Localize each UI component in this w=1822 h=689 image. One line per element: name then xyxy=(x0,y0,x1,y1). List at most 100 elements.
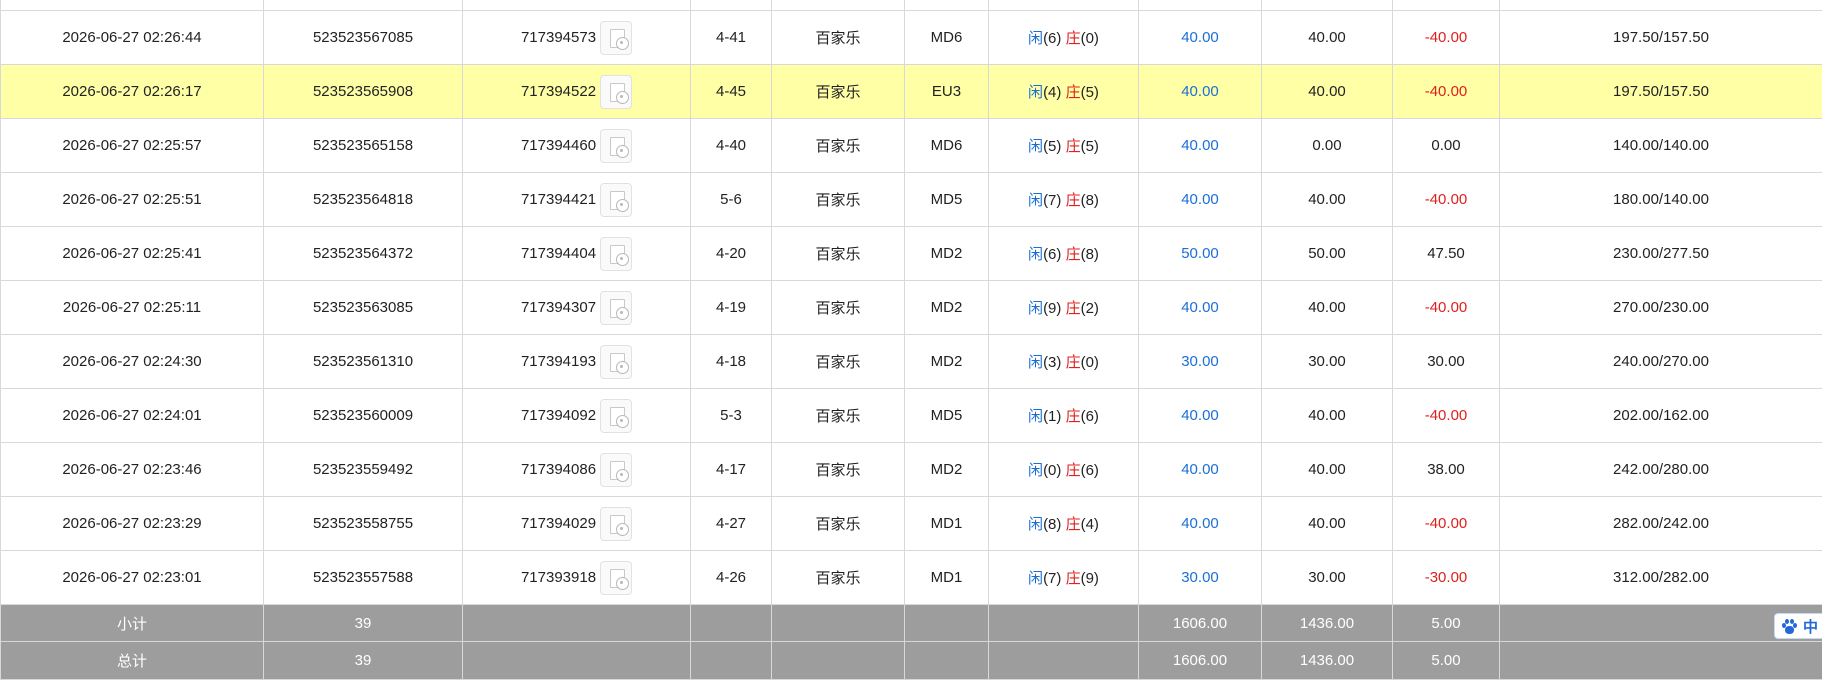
bet-id: 523523557588 xyxy=(263,550,463,605)
table-row[interactable]: 2026-06-27 02:24:01 523523560009 7173940… xyxy=(0,388,1822,443)
valid-bet: 30.00 xyxy=(1261,550,1393,605)
valid-bet: 40.00 xyxy=(1261,172,1393,227)
game-result: 闲(9) 庄(2) xyxy=(988,280,1139,335)
subtotal-row: 小计 39 1606.00 1436.00 5.00 xyxy=(0,604,1822,642)
table-row[interactable]: 2026-06-27 02:26:17 523523565908 7173945… xyxy=(0,64,1822,119)
table-row[interactable]: 2026-06-27 02:25:57 523523565158 7173944… xyxy=(0,118,1822,173)
player-label: 闲 xyxy=(1028,138,1044,155)
table-row[interactable]: 2026-06-27 02:23:01 523523557588 7173939… xyxy=(0,550,1822,605)
game-result: 闲(7) 庄(8) xyxy=(988,172,1139,227)
shoe-round: 4-27 xyxy=(690,496,772,551)
player-score: (4) xyxy=(1043,84,1062,101)
subtotal-win-loss: 5.00 xyxy=(1392,604,1500,642)
player-label: 闲 xyxy=(1028,570,1044,587)
win-loss: -40.00 xyxy=(1392,280,1500,335)
subtotal-bet-amount: 1606.00 xyxy=(1138,604,1262,642)
player-label: 闲 xyxy=(1028,30,1044,47)
game-result: 闲(6) 庄(0) xyxy=(988,10,1139,65)
game-type: 百家乐 xyxy=(771,280,905,335)
win-loss: -40.00 xyxy=(1392,496,1500,551)
table-row[interactable]: 2026-06-27 02:25:41 523523564372 7173944… xyxy=(0,226,1822,281)
player-label: 闲 xyxy=(1028,84,1044,101)
banker-score: (6) xyxy=(1080,462,1099,479)
table-top-edge xyxy=(0,0,1822,11)
table-row[interactable]: 2026-06-27 02:23:29 523523558755 7173940… xyxy=(0,496,1822,551)
bet-records-table: 2026-06-27 02:26:44 523523567085 7173945… xyxy=(0,0,1822,680)
ime-status-badge[interactable]: 中 xyxy=(1774,613,1822,639)
table-code: MD2 xyxy=(904,226,989,281)
game-replay-icon[interactable] xyxy=(600,506,633,541)
bet-amount: 40.00 xyxy=(1138,496,1262,551)
win-loss: 47.50 xyxy=(1392,226,1500,281)
table-row[interactable]: 2026-06-27 02:24:30 523523561310 7173941… xyxy=(0,334,1822,389)
game-result: 闲(6) 庄(8) xyxy=(988,226,1139,281)
bet-amount: 30.00 xyxy=(1138,334,1262,389)
table-code: MD1 xyxy=(904,496,989,551)
game-id-cell: 717394092 xyxy=(462,388,691,443)
banker-score: (2) xyxy=(1080,300,1099,317)
game-id-cell: 717394573 xyxy=(462,10,691,65)
game-replay-icon[interactable] xyxy=(600,290,633,325)
game-replay-icon[interactable] xyxy=(600,344,633,379)
bet-id: 523523564372 xyxy=(263,226,463,281)
game-replay-icon[interactable] xyxy=(600,128,633,163)
player-label: 闲 xyxy=(1028,300,1044,317)
table-code: MD1 xyxy=(904,550,989,605)
bet-time: 2026-06-27 02:23:01 xyxy=(0,550,264,605)
game-replay-icon[interactable] xyxy=(600,398,633,433)
bet-time: 2026-06-27 02:25:41 xyxy=(0,226,264,281)
game-type: 百家乐 xyxy=(771,10,905,65)
table-code: MD5 xyxy=(904,388,989,443)
game-result: 闲(7) 庄(9) xyxy=(988,550,1139,605)
banker-label: 庄 xyxy=(1065,354,1081,371)
game-type: 百家乐 xyxy=(771,442,905,497)
bet-id: 523523560009 xyxy=(263,388,463,443)
bet-amount: 40.00 xyxy=(1138,64,1262,119)
ime-mode-label: 中 xyxy=(1803,618,1819,636)
game-result: 闲(0) 庄(6) xyxy=(988,442,1139,497)
bet-id: 523523564818 xyxy=(263,172,463,227)
game-replay-icon[interactable] xyxy=(600,452,633,487)
game-replay-icon[interactable] xyxy=(600,20,633,55)
player-label: 闲 xyxy=(1028,462,1044,479)
bet-time: 2026-06-27 02:24:30 xyxy=(0,334,264,389)
shoe-round: 4-20 xyxy=(690,226,772,281)
player-score: (6) xyxy=(1043,30,1062,47)
game-result: 闲(8) 庄(4) xyxy=(988,496,1139,551)
balance-before-after: 240.00/270.00 xyxy=(1499,334,1822,389)
table-row[interactable]: 2026-06-27 02:23:46 523523559492 7173940… xyxy=(0,442,1822,497)
valid-bet: 40.00 xyxy=(1261,388,1393,443)
game-replay-icon[interactable] xyxy=(600,74,633,109)
bet-time: 2026-06-27 02:23:46 xyxy=(0,442,264,497)
game-replay-icon[interactable] xyxy=(600,236,633,271)
balance-before-after: 197.50/157.50 xyxy=(1499,64,1822,119)
table-row[interactable]: 2026-06-27 02:25:51 523523564818 7173944… xyxy=(0,172,1822,227)
shoe-round: 5-6 xyxy=(690,172,772,227)
balance-before-after: 140.00/140.00 xyxy=(1499,118,1822,173)
bet-id: 523523565158 xyxy=(263,118,463,173)
player-score: (7) xyxy=(1043,570,1062,587)
table-row[interactable]: 2026-06-27 02:25:11 523523563085 7173943… xyxy=(0,280,1822,335)
table-row[interactable]: 2026-06-27 02:26:44 523523567085 7173945… xyxy=(0,10,1822,65)
game-id-cell: 717394460 xyxy=(462,118,691,173)
bet-id: 523523561310 xyxy=(263,334,463,389)
valid-bet: 40.00 xyxy=(1261,64,1393,119)
banker-score: (9) xyxy=(1080,570,1099,587)
game-replay-icon[interactable] xyxy=(600,182,633,217)
table-code: EU3 xyxy=(904,64,989,119)
win-loss: 38.00 xyxy=(1392,442,1500,497)
game-replay-icon[interactable] xyxy=(600,560,633,595)
shoe-round: 5-3 xyxy=(690,388,772,443)
win-loss: -40.00 xyxy=(1392,64,1500,119)
game-id-cell: 717394522 xyxy=(462,64,691,119)
total-valid-bet: 1436.00 xyxy=(1261,641,1393,680)
player-label: 闲 xyxy=(1028,354,1044,371)
bet-amount: 40.00 xyxy=(1138,172,1262,227)
shoe-round: 4-19 xyxy=(690,280,772,335)
bet-time: 2026-06-27 02:23:29 xyxy=(0,496,264,551)
bet-records-table-wrap: 2026-06-27 02:26:44 523523567085 7173945… xyxy=(0,0,1822,680)
table-code: MD5 xyxy=(904,172,989,227)
game-type: 百家乐 xyxy=(771,550,905,605)
shoe-round: 4-26 xyxy=(690,550,772,605)
banker-score: (8) xyxy=(1080,192,1099,209)
